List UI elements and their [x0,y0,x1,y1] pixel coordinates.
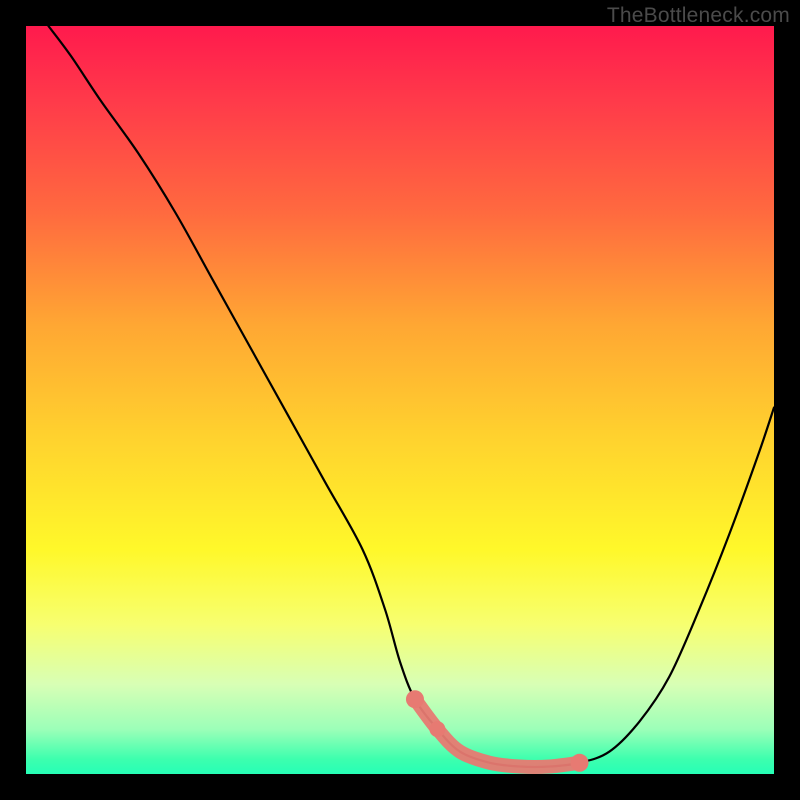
watermark-text: TheBottleneck.com [607,4,790,28]
chart-plot-area [26,26,774,774]
